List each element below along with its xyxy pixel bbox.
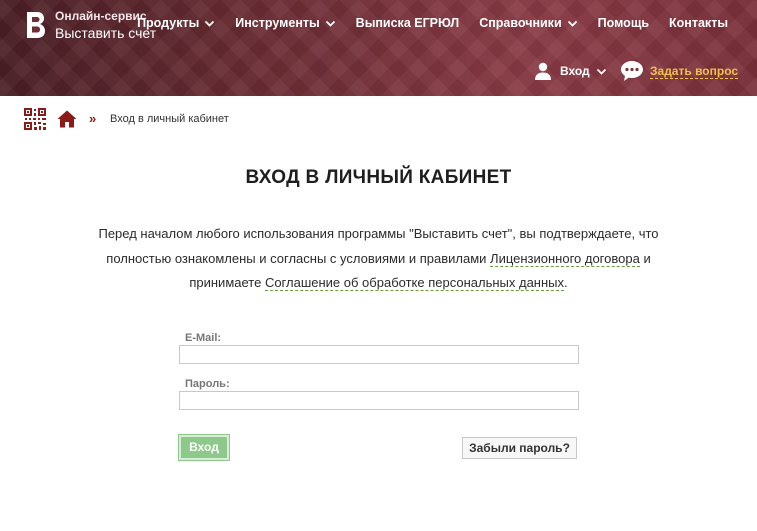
license-agreement-link[interactable]: Лицензионного договора — [490, 250, 640, 267]
intro-text: Перед началом любого использования прогр… — [70, 222, 687, 296]
nav-item-contacts[interactable]: Контакты — [669, 16, 728, 30]
password-label: Пароль: — [185, 378, 230, 390]
user-icon — [535, 62, 551, 80]
chevron-down-icon — [205, 20, 215, 27]
nav-item-references[interactable]: Справочники — [479, 16, 577, 30]
chat-bubble-icon — [621, 61, 643, 81]
main-nav: Продукты Инструменты Выписка ЕГРЮЛ Справ… — [117, 16, 728, 30]
chevron-down-icon — [596, 68, 606, 75]
nav-item-tools[interactable]: Инструменты — [235, 16, 335, 30]
page-title: ВХОД В ЛИЧНЫЙ КАБИНЕТ — [245, 167, 512, 188]
nav-item-products[interactable]: Продукты — [137, 16, 215, 30]
nav-item-egrul[interactable]: Выписка ЕГРЮЛ — [356, 16, 460, 30]
nav-label: Помощь — [597, 16, 650, 30]
nav-label: Справочники — [479, 16, 562, 30]
login-menu[interactable]: Вход — [534, 62, 607, 80]
ask-question-link[interactable]: Задать вопрос — [620, 60, 739, 82]
email-label: E-Mail: — [185, 332, 222, 344]
site-header: Онлайн-сервис Выставить счет Продукты Ин… — [0, 0, 757, 96]
privacy-agreement-link[interactable]: Соглашение об обработке персональных дан… — [264, 275, 565, 291]
nav-label: Контакты — [669, 16, 728, 30]
password-field[interactable] — [179, 391, 579, 410]
forgot-password-button[interactable]: Забыли пароль? — [462, 437, 577, 459]
logo-icon[interactable] — [24, 10, 46, 40]
breadcrumb-separator: » — [89, 111, 97, 126]
intro-text-part: . — [564, 275, 568, 290]
login-button[interactable]: Вход — [179, 435, 229, 460]
qr-code-icon[interactable] — [24, 108, 46, 130]
nav-item-help[interactable]: Помощь — [598, 16, 649, 30]
ask-question-label: Задать вопрос — [650, 63, 739, 79]
breadcrumb-current: Вход в личный кабинет — [110, 113, 229, 125]
nav-label: Инструменты — [235, 16, 320, 30]
nav-label: Выписка ЕГРЮЛ — [355, 16, 460, 30]
email-field[interactable] — [179, 345, 579, 364]
nav-label: Продукты — [137, 16, 200, 30]
home-icon[interactable] — [57, 110, 77, 128]
login-label: Вход — [560, 64, 590, 78]
chevron-down-icon — [567, 20, 577, 27]
chevron-down-icon — [325, 20, 335, 27]
